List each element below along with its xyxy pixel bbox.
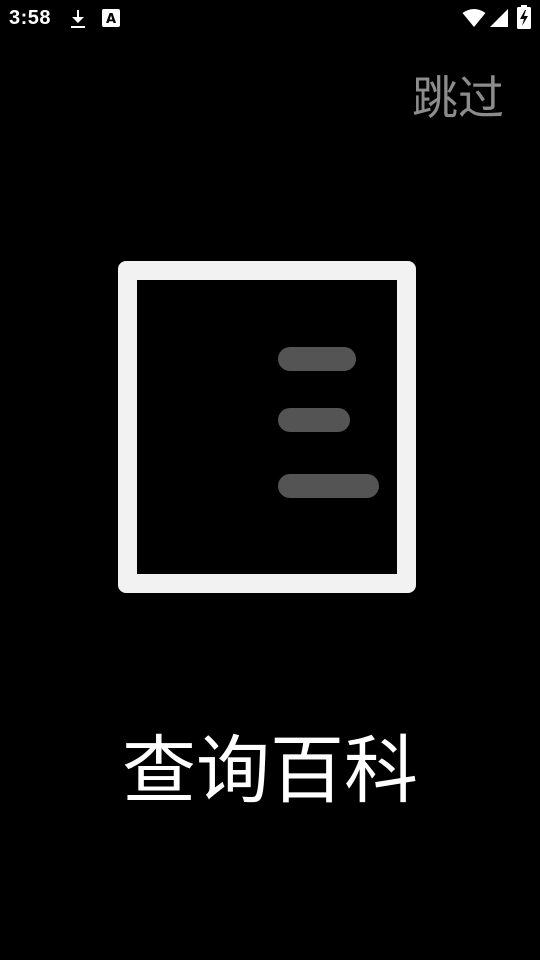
logo-line	[278, 474, 379, 498]
svg-text:A: A	[106, 12, 116, 27]
download-icon	[71, 10, 85, 28]
a-badge-icon: A	[102, 9, 120, 27]
wifi-icon	[462, 9, 486, 27]
signal-icon	[490, 9, 508, 27]
document-list-icon	[118, 261, 416, 593]
logo-line	[278, 408, 350, 432]
app-title: 查询百科	[122, 728, 418, 814]
splash-screen: 3:58 A 跳过 查询百科	[0, 0, 540, 960]
skip-button[interactable]: 跳过	[412, 70, 504, 126]
logo-frame	[118, 261, 416, 593]
status-bar: 3:58 A	[0, 0, 540, 38]
status-time: 3:58	[9, 7, 52, 29]
battery-charging-icon	[517, 5, 531, 29]
logo-line	[278, 347, 356, 371]
